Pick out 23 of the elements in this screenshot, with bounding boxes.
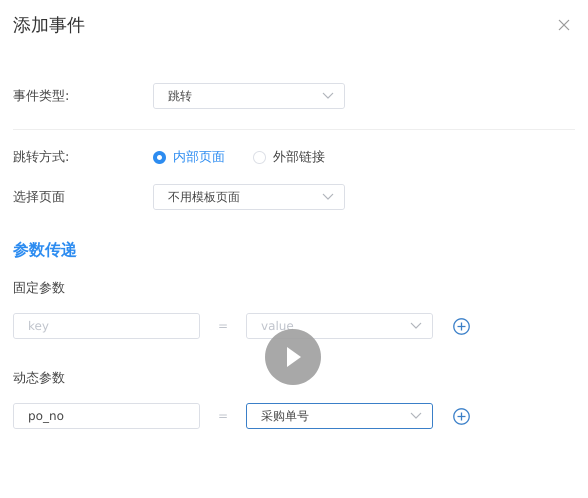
field-label: 选择页面 bbox=[13, 189, 66, 206]
equals-sign: = bbox=[216, 319, 230, 333]
equals-sign: = bbox=[216, 409, 230, 423]
add-icon[interactable] bbox=[453, 408, 470, 424]
field-label: 跳转方式: bbox=[13, 149, 70, 166]
play-button[interactable] bbox=[265, 329, 321, 385]
value-select[interactable]: 采购单号 bbox=[246, 403, 433, 429]
section-title: 参数传递 bbox=[13, 240, 78, 261]
chevron-icon bbox=[410, 412, 422, 420]
chevron-icon bbox=[322, 193, 334, 201]
key-input[interactable]: key bbox=[13, 313, 200, 339]
radio-option[interactable]: 外部链接 bbox=[253, 148, 325, 166]
page-select[interactable]: 不用模板页面 bbox=[153, 184, 345, 210]
chevron-icon bbox=[322, 92, 334, 100]
add-icon[interactable] bbox=[453, 318, 470, 334]
field-label: 事件类型: bbox=[13, 88, 70, 105]
group-label: 动态参数 bbox=[13, 370, 66, 387]
close-icon[interactable] bbox=[558, 19, 570, 31]
event-type-select[interactable]: 跳转 bbox=[153, 83, 345, 109]
dialog-title: 添加事件 bbox=[13, 14, 85, 37]
group-label: 固定参数 bbox=[13, 280, 66, 297]
key-input[interactable]: po_no bbox=[13, 403, 200, 429]
chevron-icon bbox=[410, 322, 422, 330]
